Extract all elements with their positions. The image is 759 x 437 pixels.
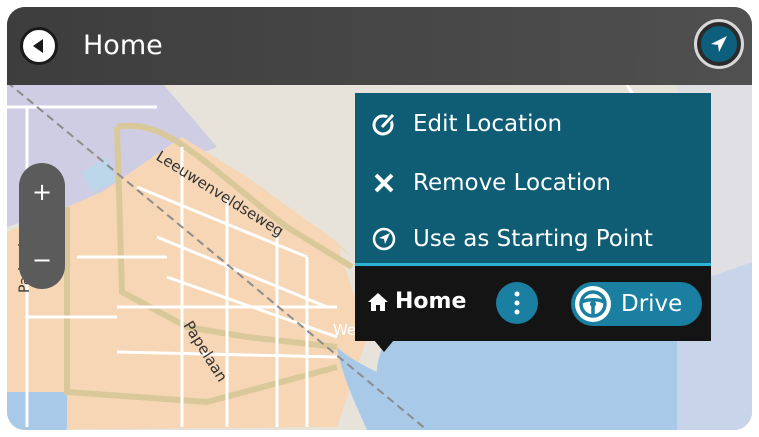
edit-icon <box>372 112 396 136</box>
app-frame: Leeuwenveldseweg Papelaan Parkuslaan We … <box>7 7 752 430</box>
map-pin-pointer <box>374 340 394 352</box>
menu-item-remove-location[interactable]: Remove Location <box>355 155 711 211</box>
back-button[interactable] <box>20 27 58 65</box>
back-arrow-icon <box>33 39 43 53</box>
steering-wheel-icon <box>579 290 607 318</box>
current-location-button[interactable] <box>694 19 744 69</box>
navigation-arrow-icon <box>372 227 396 251</box>
menu-item-use-as-starting-point[interactable]: Use as Starting Point <box>355 211 711 267</box>
home-icon <box>368 293 388 311</box>
zoom-control: + − <box>19 163 65 289</box>
map-water-small <box>7 392 67 430</box>
map-label-place: We <box>333 321 356 339</box>
close-icon <box>374 173 394 193</box>
menu-item-label: Remove Location <box>413 170 611 196</box>
page-title: Home <box>83 30 163 61</box>
menu-item-label: Use as Starting Point <box>413 226 653 252</box>
location-name: Home <box>395 289 467 314</box>
location-action-bar: Home Drive <box>355 266 711 341</box>
drive-button[interactable]: Drive <box>571 282 702 326</box>
more-options-button[interactable] <box>496 282 538 324</box>
menu-item-label: Edit Location <box>413 111 563 137</box>
zoom-in-button[interactable]: + <box>19 169 65 215</box>
drive-label: Drive <box>621 291 683 317</box>
zoom-out-button[interactable]: − <box>19 237 65 283</box>
more-vertical-icon <box>514 291 520 315</box>
menu-item-edit-location[interactable]: Edit Location <box>355 96 711 152</box>
location-context-menu: Edit Location Remove Location Use as Sta… <box>355 93 711 267</box>
navigation-arrow-icon <box>711 36 727 52</box>
